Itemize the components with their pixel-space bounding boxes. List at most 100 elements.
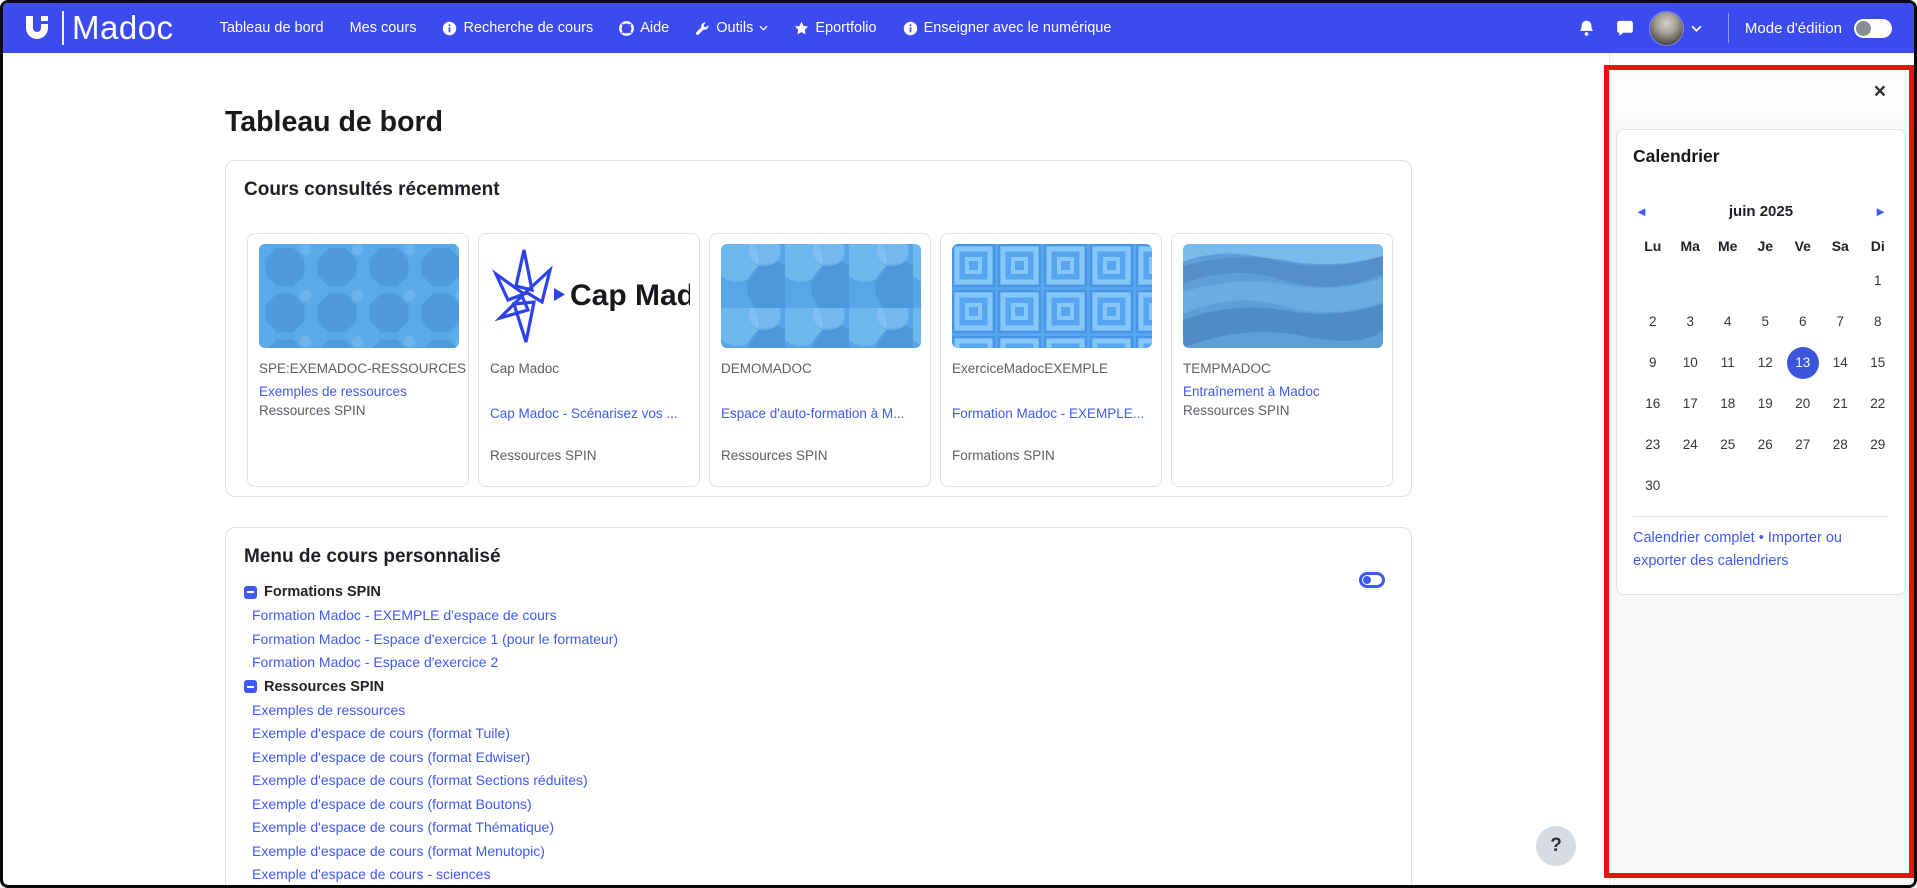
calendar-day[interactable]: 2 xyxy=(1634,301,1672,342)
calendar-day[interactable]: 8 xyxy=(1859,301,1897,342)
calendar-day[interactable]: 19 xyxy=(1747,383,1785,424)
messages-button[interactable] xyxy=(1606,3,1644,53)
calendar-day[interactable]: 29 xyxy=(1859,424,1897,465)
nav-item-label: Recherche de cours xyxy=(463,20,594,36)
course-category: ExerciceMadocEXEMPLE xyxy=(952,361,1109,376)
course-card-tempmadoc: TEMPMADOC Entraînement à Madoc Ressources … xyxy=(1171,233,1393,487)
nantes-universite-logo-icon xyxy=(19,10,55,46)
calendar-day[interactable]: 4 xyxy=(1709,301,1747,342)
calendar-empty-cell xyxy=(1747,465,1785,506)
calendar-block: Calendrier ◄ juin 2025 ► Lu Ma Me Je Ve Sa Di 1… xyxy=(1616,129,1906,595)
calendar-empty-cell xyxy=(1672,260,1710,301)
chat-bubble-icon xyxy=(1617,20,1633,36)
course-menu-link[interactable]: Formation Madoc - EXEMPLE d'espace de co… xyxy=(244,604,618,628)
calendar-day[interactable]: 20 xyxy=(1784,383,1822,424)
nav-item-enseigner-avec-le-numerique[interactable]: Enseigner avec le numérique xyxy=(903,20,1111,36)
calendar-day[interactable]: 26 xyxy=(1747,424,1785,465)
brand-home-link[interactable]: Madoc xyxy=(19,3,174,53)
full-calendar-link[interactable]: Calendrier complet xyxy=(1633,530,1755,546)
course-menu-link[interactable]: Exemples de ressources xyxy=(244,699,618,723)
course-subcategory: Ressources SPIN xyxy=(721,448,828,463)
calendar-day[interactable]: 16 xyxy=(1634,383,1672,424)
course-link[interactable]: Entraînement à Madoc xyxy=(1183,384,1381,399)
course-link[interactable]: Espace d'auto-formation à M... xyxy=(721,406,919,421)
recent-courses-list: SPE:EXEMADOC-RESSOURCES Exemples de resso… xyxy=(247,233,1393,487)
calendar-day[interactable]: 24 xyxy=(1672,424,1710,465)
calendar-day[interactable]: 27 xyxy=(1784,424,1822,465)
course-subcategory: Ressources SPIN xyxy=(1183,403,1290,418)
calendar-month-nav: ◄ juin 2025 ► xyxy=(1633,203,1889,220)
collapse-minus-icon[interactable] xyxy=(244,680,257,693)
calendar-day[interactable]: 25 xyxy=(1709,424,1747,465)
nav-item-mes-cours[interactable]: Mes cours xyxy=(350,20,417,36)
wrench-icon xyxy=(696,21,709,35)
help-button[interactable]: ? xyxy=(1536,826,1576,866)
calendar-day[interactable]: 11 xyxy=(1709,342,1747,383)
calendar-weekday-me: Me xyxy=(1718,238,1738,254)
course-link[interactable]: Cap Madoc - Scénarisez vos ... xyxy=(490,406,688,421)
calendar-day-selected[interactable]: 13 xyxy=(1784,342,1822,383)
course-image xyxy=(259,244,459,348)
tree-group-formations-spin: Formations SPIN xyxy=(244,580,618,604)
collapse-minus-icon[interactable] xyxy=(244,585,257,599)
calendar-day[interactable]: 14 xyxy=(1822,342,1860,383)
calendar-empty-cell xyxy=(1822,465,1860,506)
calendar-prev-month-button[interactable]: ◄ xyxy=(1635,204,1648,219)
calendar-empty-cell xyxy=(1784,465,1822,506)
calendar-day[interactable]: 30 xyxy=(1634,465,1672,506)
info-icon xyxy=(903,21,917,35)
nav-item-aide[interactable]: Aide xyxy=(619,20,669,36)
calendar-day[interactable]: 5 xyxy=(1747,301,1785,342)
calendar-divider xyxy=(1633,516,1889,517)
course-menu-link[interactable]: Exemple d'espace de cours (format Sectio… xyxy=(244,769,618,793)
calendar-day[interactable]: 22 xyxy=(1859,383,1897,424)
calendar-empty-cell xyxy=(1784,260,1822,301)
wave-pattern-image xyxy=(1183,244,1383,348)
calendar-day[interactable]: 15 xyxy=(1859,342,1897,383)
calendar-footer: Calendrier complet • Importer ou exporte… xyxy=(1633,527,1887,572)
calendar-day[interactable]: 7 xyxy=(1822,301,1860,342)
course-menu-link[interactable]: Formation Madoc - Espace d'exercice 2 xyxy=(244,651,618,675)
close-drawer-button[interactable]: × xyxy=(1874,81,1886,102)
calendar-empty-cell xyxy=(1822,260,1860,301)
nav-item-outils[interactable]: Outils xyxy=(695,20,768,36)
nav-item-label: Mes cours xyxy=(349,20,417,36)
calendar-day[interactable]: 1 xyxy=(1859,260,1897,301)
user-menu[interactable] xyxy=(1644,11,1712,45)
calendar-next-month-button[interactable]: ► xyxy=(1874,204,1887,219)
calendar-day[interactable]: 21 xyxy=(1822,383,1860,424)
calendar-empty-cell xyxy=(1709,260,1747,301)
course-category: Cap Madoc xyxy=(490,361,560,376)
course-link[interactable]: Formation Madoc - EXEMPLE... xyxy=(952,406,1150,421)
calendar-day[interactable]: 18 xyxy=(1709,383,1747,424)
edit-mode-toggle[interactable] xyxy=(1854,18,1892,38)
blocks-drawer: × Calendrier ◄ juin 2025 ► Lu Ma Me Je Ve Sa D… xyxy=(1609,53,1914,885)
course-card-spe-exemadoc-ressources: SPE:EXEMADOC-RESSOURCES Exemples de resso… xyxy=(247,233,469,487)
nav-item-recherche-de-cours[interactable]: Recherche de cours xyxy=(442,20,593,36)
calendar-day[interactable]: 6 xyxy=(1784,301,1822,342)
calendar-weekday-ma: Ma xyxy=(1680,238,1700,254)
course-menu-link[interactable]: Exemple d'espace de cours (format Menuto… xyxy=(244,840,618,864)
help-lifering-icon xyxy=(619,20,635,36)
nav-item-tableau-de-bord[interactable]: Tableau de bord xyxy=(220,20,324,36)
calendar-day[interactable]: 23 xyxy=(1634,424,1672,465)
notifications-bell-button[interactable] xyxy=(1568,3,1606,53)
course-menu-link[interactable]: Exemple d'espace de cours (format Tuile) xyxy=(244,722,618,746)
calendar-empty-cell xyxy=(1634,260,1672,301)
course-link[interactable]: Exemples de ressources xyxy=(259,384,457,399)
course-image xyxy=(721,244,921,348)
course-menu-link[interactable]: Exemple d'espace de cours (format Edwise… xyxy=(244,746,618,770)
calendar-day[interactable]: 10 xyxy=(1672,342,1710,383)
calendar-day[interactable]: 9 xyxy=(1634,342,1672,383)
course-menu-link[interactable]: Exemple d'espace de cours (format Thémat… xyxy=(244,816,618,840)
course-menu-link[interactable]: Formation Madoc - Espace d'exercice 1 (p… xyxy=(244,628,618,652)
calendar-day[interactable]: 17 xyxy=(1672,383,1710,424)
nav-item-eportfolio[interactable]: Eportfolio xyxy=(794,20,877,36)
course-menu-link[interactable]: Exemple d'espace de cours - sciences xyxy=(244,863,618,885)
block-visibility-toggle-icon[interactable] xyxy=(1359,572,1385,588)
calendar-day[interactable]: 28 xyxy=(1822,424,1860,465)
calendar-day[interactable]: 3 xyxy=(1672,301,1710,342)
calendar-day[interactable]: 12 xyxy=(1747,342,1785,383)
course-menu-link[interactable]: Exemple d'espace de cours (format Bouton… xyxy=(244,793,618,817)
calendar-empty-cell xyxy=(1672,465,1710,506)
